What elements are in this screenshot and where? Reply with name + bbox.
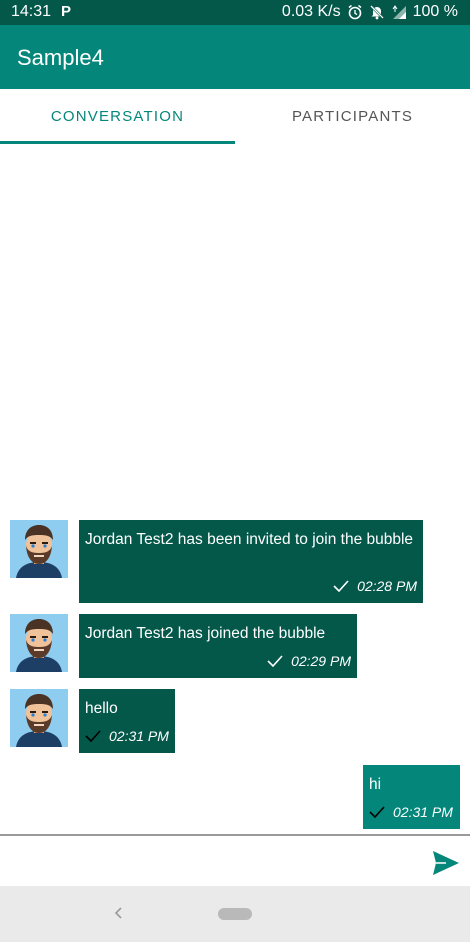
message-text: Jordan Test2 has joined the bubble [85,625,326,642]
alarm-icon [348,4,362,20]
avatar [10,520,68,578]
message-bubble[interactable]: Jordan Test2 has joined the bubble 02:29… [79,614,357,678]
message-meta: 02:31 PM [369,802,453,822]
message-time: 02:28 PM [357,578,417,594]
status-bar: 14:31 P 0.03 K/s 100 % [0,0,470,25]
message-meta: 02:31 PM [85,726,169,746]
back-icon[interactable] [111,902,125,924]
message-composer [0,834,470,886]
message-text: hi [369,776,382,793]
send-icon[interactable] [432,850,460,876]
message-time: 02:31 PM [109,728,169,744]
message-meta: 02:29 PM [267,651,351,671]
check-icon [333,580,349,592]
message-time: 02:31 PM [393,804,453,820]
message-bubble[interactable]: Jordan Test2 has been invited to join th… [79,520,423,603]
check-icon [85,730,101,742]
avatar [10,689,68,747]
app-bar: Sample4 [0,25,470,89]
message-text: hello [85,700,118,717]
system-nav-bar [0,886,470,942]
app-title: Sample4 [17,45,104,70]
notification-p-icon: P [61,3,72,20]
message-text: Jordan Test2 has been invited to join th… [85,531,414,548]
avatar [10,614,68,672]
check-icon [267,655,283,667]
tab-conversation[interactable]: CONVERSATION [0,89,235,144]
check-icon [369,806,385,818]
tab-indicator [0,141,235,144]
status-time: 14:31 [11,3,52,20]
message-meta: 02:28 PM [333,576,417,596]
battery-level: 100 % [412,3,458,20]
status-right-group: 0.03 K/s 100 % [282,3,458,21]
message-bubble[interactable]: hi 02:31 PM [363,765,460,829]
message-input[interactable] [8,842,408,880]
message-time: 02:29 PM [291,653,351,669]
signal-4g-icon [392,5,406,19]
mute-icon [369,5,384,20]
network-speed: 0.03 K/s [281,3,341,20]
tab-participants[interactable]: PARTICIPANTS [235,89,470,144]
tab-bar: CONVERSATION PARTICIPANTS [0,89,470,144]
home-pill[interactable] [218,908,252,920]
message-bubble[interactable]: hello 02:31 PM [79,689,175,753]
